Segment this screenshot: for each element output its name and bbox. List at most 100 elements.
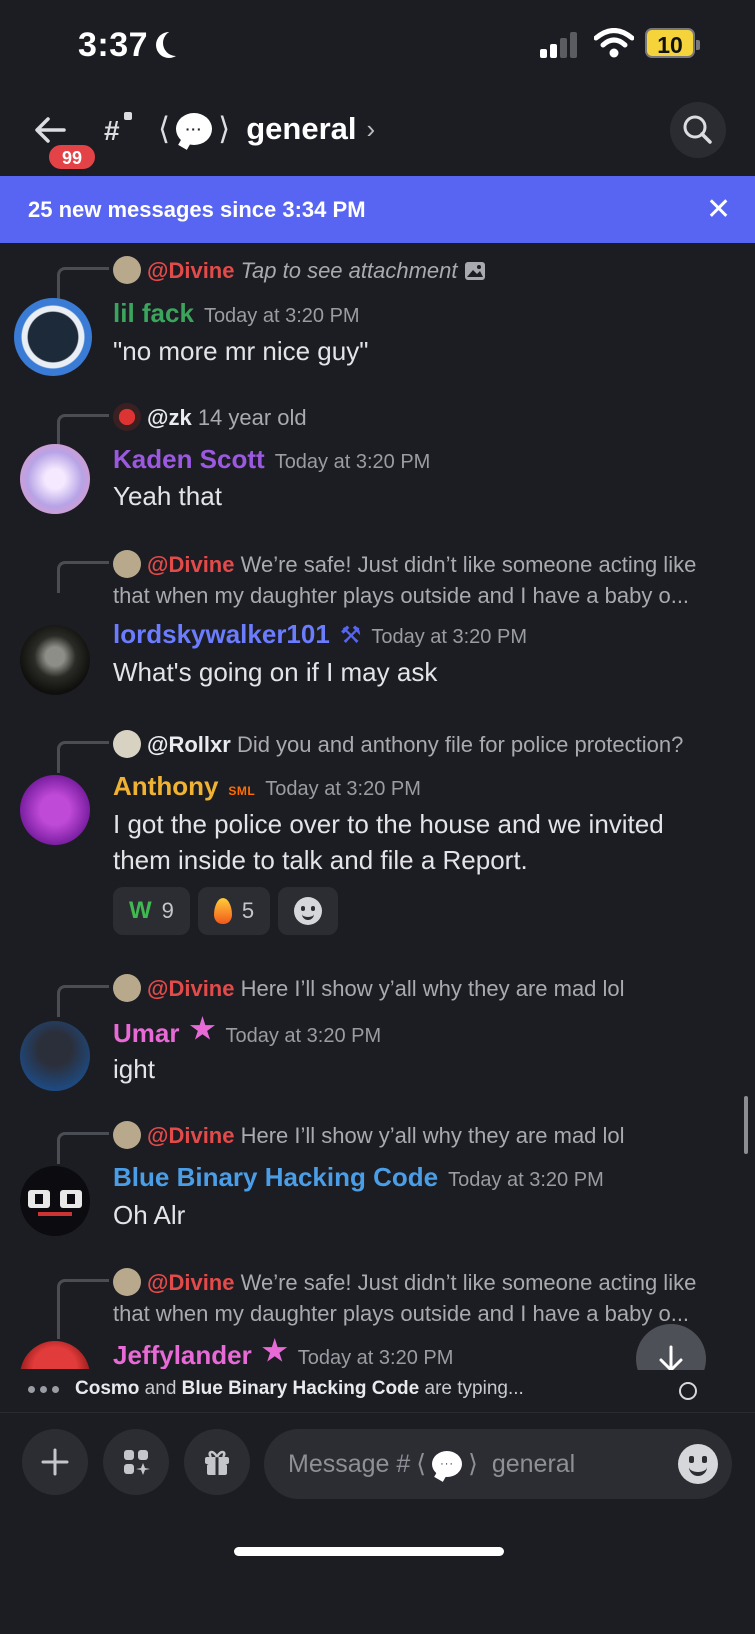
reply-avatar [113,403,141,431]
message-body: I got the police over to the house and w… [113,809,664,875]
gift-icon [205,1450,229,1475]
reply-connector [57,741,109,773]
placeholder-open-paren: ⟨ [416,1450,427,1478]
reaction-bar: W 9 5 [113,887,339,935]
reaction-fire[interactable]: 5 [197,887,271,935]
reply-avatar [113,256,141,284]
channel-lock-icon [124,112,132,120]
reply-mention: @Divine [147,258,235,283]
placeholder-close-paren: ⟩ [468,1450,478,1478]
reply-mention: @Rollxr [147,732,231,757]
message-header: Kaden Scott Today at 3:20 PM [113,444,430,475]
slowmode-timer-icon [679,1382,697,1400]
timestamp: Today at 3:20 PM [297,1347,454,1369]
typing-suffix: are typing... [419,1378,524,1399]
message-body: ight [113,1054,155,1084]
reply-preview[interactable]: @Divine We’re safe! Just didn’t like som… [113,1267,731,1329]
chevron-right-icon: › [366,113,376,144]
avatar[interactable] [20,1166,90,1236]
add-attachment-button[interactable] [22,1429,88,1495]
reply-preview[interactable]: @Divine Here I’ll show y’all why they ar… [113,1120,731,1151]
role-tag: SML [228,784,256,798]
placeholder-channel: general [491,1449,576,1478]
message-input-placeholder: Message # ⟨ ··· ⟩ general [288,1449,575,1479]
battery-icon: 10 [645,28,700,58]
author-name[interactable]: Umar [113,1018,179,1049]
smiley-icon [294,897,323,925]
reply-avatar [113,730,141,758]
new-messages-banner[interactable]: 25 new messages since 3:34 PM ✕ [0,176,755,243]
nitro-star-icon [190,1016,215,1040]
apps-icon [124,1450,150,1475]
fire-icon [213,898,232,924]
author-name[interactable]: Blue Binary Hacking Code [113,1162,438,1193]
reply-mention: @Divine [147,1123,235,1148]
tools-icon: ⚒ [339,622,362,649]
close-icon[interactable]: ✕ [706,192,731,227]
search-icon [683,115,712,144]
wifi-icon [594,28,634,58]
reply-connector [57,1279,109,1339]
avatar[interactable] [20,775,90,845]
avatar[interactable] [20,1341,90,1369]
typing-connector: and [139,1378,182,1399]
reply-connector [57,985,109,1017]
message-header: Anthony SML Today at 3:20 PM [113,771,421,802]
reply-text: Here I’ll show y’all why they are mad lo… [240,976,625,1001]
avatar[interactable] [20,1021,90,1091]
channel-name: general [246,111,357,146]
avatar[interactable] [20,444,90,514]
status-bar: 3:37 10 [0,0,755,90]
avatar[interactable] [14,298,92,376]
image-icon [464,262,485,280]
unread-badge: 99 [46,142,98,172]
gift-button[interactable] [184,1429,250,1495]
status-time: 3:37 [78,26,149,64]
typing-user: Blue Binary Hacking Code [181,1378,420,1399]
message-body: What's going on if I may ask [113,657,438,687]
reply-avatar [113,550,141,578]
message-body: "no more mr nice guy" [113,336,369,366]
reply-preview[interactable]: @zk 14 year old [113,402,731,433]
author-name[interactable]: lordskywalker101 [113,619,330,650]
timestamp: Today at 3:20 PM [448,1169,604,1191]
author-name[interactable]: Kaden Scott [113,444,265,475]
reaction-w[interactable]: W 9 [113,887,190,935]
author-name[interactable]: Anthony [113,771,218,802]
reply-preview[interactable]: @Divine Tap to see attachment [113,255,731,286]
reply-avatar [113,1121,141,1149]
reply-preview[interactable]: @Rollxr Did you and anthony file for pol… [113,729,731,760]
apps-button[interactable] [103,1429,169,1495]
timestamp: Today at 3:20 PM [371,626,527,648]
reply-preview[interactable]: @Divine Here I’ll show y’all why they ar… [113,973,731,1004]
reply-mention: @Divine [147,552,235,577]
emoji-button[interactable] [678,1444,718,1484]
author-name[interactable]: lil fack [113,298,194,329]
reply-connector [57,267,109,299]
moon-icon [163,30,189,56]
typing-dots-icon [28,1386,59,1393]
channel-header: 99 # ⟨ ··· ⟩ general › [0,95,755,175]
author-name[interactable]: Jeffylander [113,1340,252,1369]
search-button[interactable] [670,102,726,158]
channel-title[interactable]: ⟨ ··· ⟩ general › [158,111,375,147]
speech-bubble-icon: ··· [432,1451,463,1477]
reply-mention: @zk [147,405,192,430]
reaction-emoji: W [129,897,152,924]
message-list[interactable]: @Divine Tap to see attachment lil fack T… [0,244,755,1369]
add-reaction-button[interactable] [278,887,339,935]
reply-text: Did you and anthony file for police prot… [236,732,684,757]
home-indicator [234,1547,504,1556]
message-body: Oh Alr [113,1200,186,1230]
plus-icon [41,1448,69,1476]
message-input[interactable]: Message # ⟨ ··· ⟩ general [264,1429,732,1499]
reply-preview[interactable]: @Divine We’re safe! Just didn’t like som… [113,549,731,611]
channel-open-paren: ⟨ [158,111,171,146]
reply-text: Here I’ll show y’all why they are mad lo… [240,1123,625,1148]
scrollbar[interactable] [744,1096,748,1154]
signal-icon [540,30,586,58]
message-composer: Message # ⟨ ··· ⟩ general [0,1412,755,1634]
timestamp: Today at 3:20 PM [274,451,431,473]
speech-bubble-icon: ··· [176,113,213,145]
avatar[interactable] [20,625,90,695]
